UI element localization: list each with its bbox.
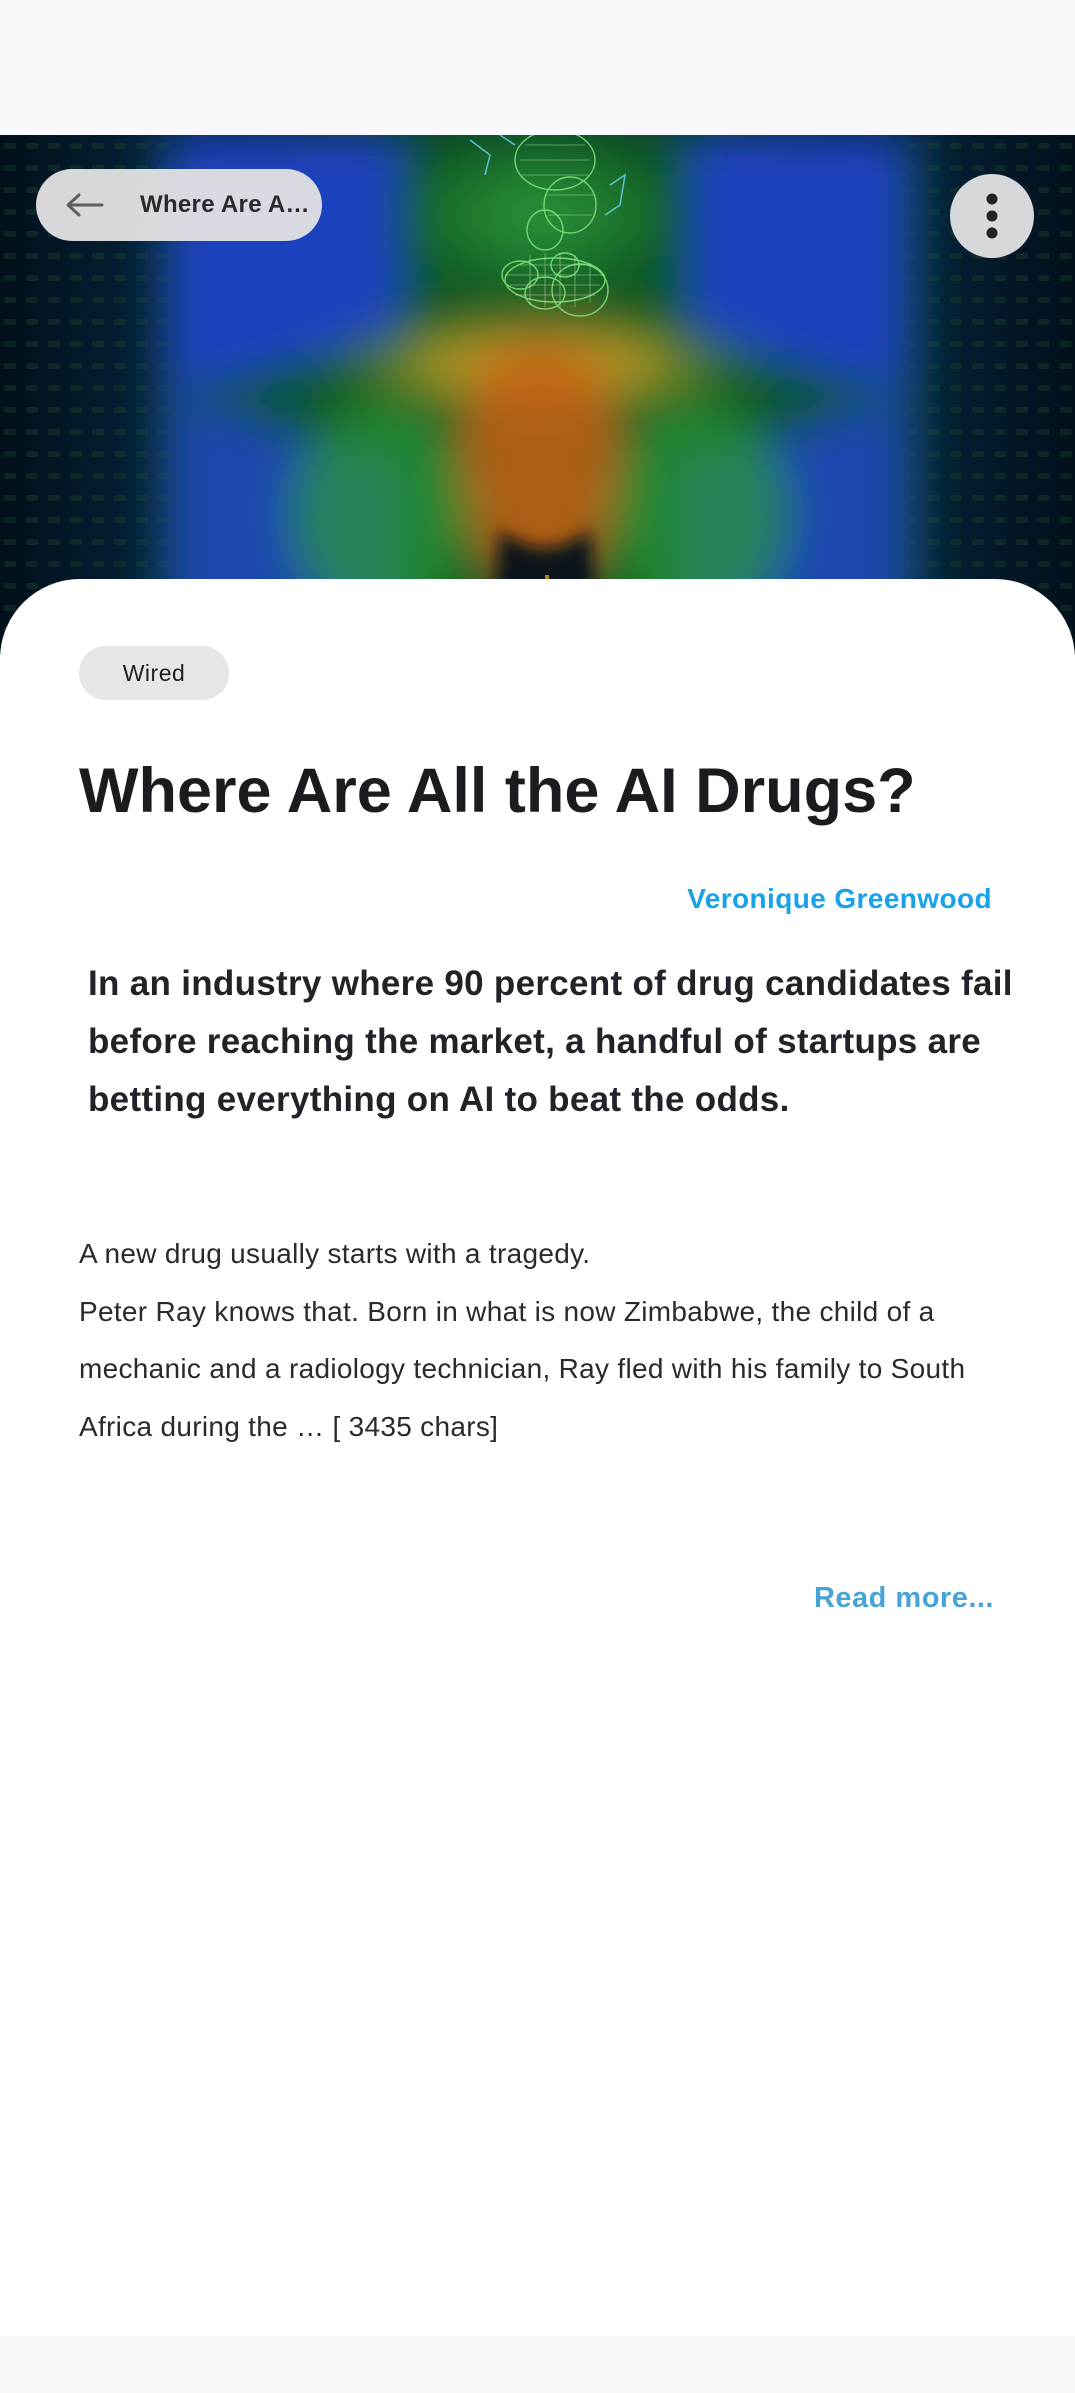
article-body: A new drug usually starts with a tragedy… <box>79 1225 1029 1455</box>
back-button[interactable]: Where Are A… <box>36 169 322 241</box>
navigation-bar <box>0 2336 1075 2393</box>
article-title: Where Are All the AI Drugs? <box>79 756 916 826</box>
source-chip[interactable]: Wired <box>79 646 229 700</box>
body-paragraph: A new drug usually starts with a tragedy… <box>79 1238 591 1269</box>
back-button-label: Where Are A… <box>140 191 310 218</box>
read-more-link[interactable]: Read more... <box>814 1582 994 1615</box>
more-options-button[interactable] <box>950 174 1034 258</box>
article-lead: In an industry where 90 percent of drug … <box>88 964 1013 1119</box>
status-bar <box>0 0 1075 135</box>
author-link[interactable]: Veronique Greenwood <box>687 883 992 915</box>
more-vert-icon <box>986 193 998 239</box>
article-sheet <box>0 579 1075 2336</box>
body-paragraph: Peter Ray knows that. Born in what is no… <box>79 1295 966 1442</box>
arrow-left-icon <box>66 193 104 217</box>
